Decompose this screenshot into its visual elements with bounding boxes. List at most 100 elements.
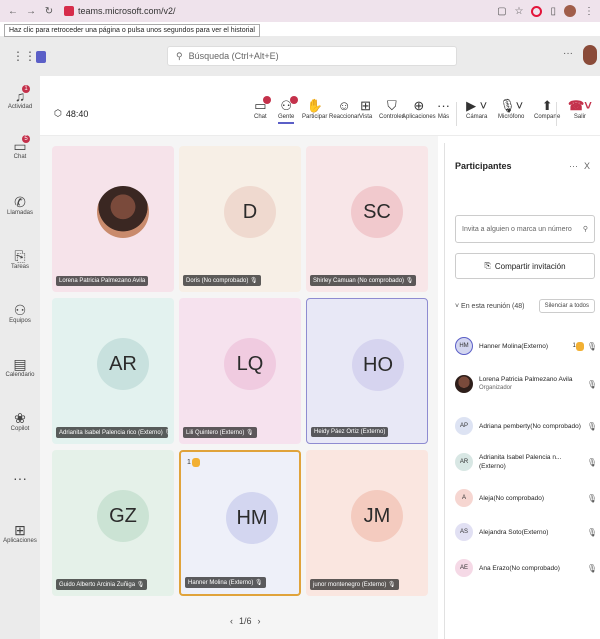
leave-button[interactable]: ☎˅ Salir (568, 98, 592, 120)
forward-arrow-icon[interactable]: → (24, 6, 38, 17)
mic-muted-icon: 🎙 (250, 278, 258, 284)
participant-name: Alejandra Soto(Externo) (479, 528, 549, 536)
panel-title: Participantes (455, 161, 512, 171)
previous-page-button[interactable]: ‹ (230, 616, 233, 626)
mic-muted-icon: 🎙 (388, 582, 396, 588)
mic-muted-icon: 🎙 (586, 421, 597, 431)
mic-muted-icon: 🎙 (586, 527, 597, 537)
view-button[interactable]: ⊞ Vista (359, 98, 372, 120)
tile-name: junor montenegro (Externo) 🎙 (310, 579, 399, 590)
tile-name: Heidy Páez Ortiz (Externo) (311, 427, 389, 437)
microphone-button[interactable]: 🎙˅ Micrófono (498, 98, 524, 120)
rail-label: Tareas (10, 264, 29, 270)
shield-icon: ⬡ (54, 108, 62, 118)
rail-item-calendario[interactable]: ▤ Calendario (0, 356, 40, 378)
rail-item-aplicaciones[interactable]: ⊞ Aplicaciones (0, 522, 40, 544)
participant-name: Adriana pemberty(No comprobado) (479, 422, 581, 430)
calendar-icon: ▤ (13, 356, 27, 372)
participant-item[interactable]: A Aleja(No comprobado) 🎙 (455, 483, 597, 513)
video-tile[interactable]: LQ Lili Quintero (Externo) 🎙 (179, 298, 301, 444)
apps-icon: ⊞ (14, 522, 26, 538)
opera-icon[interactable] (531, 5, 543, 17)
sidebar-icon[interactable]: ▯ (550, 6, 556, 17)
tile-name: Doris (No comprobado) 🎙 (183, 275, 261, 286)
participant-avatar: AE (455, 559, 473, 577)
mic-muted-icon: 🎙 (586, 457, 597, 467)
rail-item-actividad[interactable]: ♫ 1 Actividad (0, 85, 40, 110)
participant-item[interactable]: AS Alejandra Soto(Externo) 🎙 (455, 517, 597, 547)
user-avatar[interactable] (583, 45, 597, 65)
react-button[interactable]: ☺ Reaccionar (329, 98, 359, 120)
participant-item[interactable]: AE Ana Erazo(No comprobado) 🎙 (455, 553, 597, 583)
apps-button[interactable]: ⊕ Aplicaciones (402, 98, 436, 120)
video-tile[interactable]: D Doris (No comprobado) 🎙 (179, 146, 301, 292)
smile-icon: ☺ (337, 98, 351, 113)
video-tile[interactable]: JM junor montenegro (Externo) 🎙 (306, 450, 428, 596)
rail-item-tareas[interactable]: ⎘ Tareas (0, 248, 40, 270)
video-tile[interactable]: HO Heidy Páez Ortiz (Externo) (306, 298, 428, 444)
participant-item[interactable]: AR Adrianita Isabel Palencia n... (Exter… (455, 447, 597, 477)
rail-item-copilot[interactable]: ❀ Copilot (0, 410, 40, 432)
participant-photo (455, 375, 473, 393)
mute-all-button[interactable]: Silenciar a todos (538, 299, 595, 313)
browser-menu-icon[interactable]: ⋮ (584, 6, 594, 17)
video-tile[interactable]: GZ Guido Alberto Arcinia Zuñiga 🎙 (52, 450, 174, 596)
more-button[interactable]: ··· Más (437, 98, 450, 120)
tile-avatar: GZ (97, 490, 149, 542)
timer-text: 48:40 (65, 108, 89, 119)
participant-avatar: AP (455, 417, 473, 435)
camera-button[interactable]: ▶ ˅ Cámara (466, 98, 487, 120)
video-tile[interactable]: SC Shirley Camuan (No comprobado) 🎙 (306, 146, 428, 292)
toolbar-divider (556, 102, 557, 126)
more-icon[interactable]: ··· (563, 48, 573, 59)
activity-badge: 1 (22, 85, 30, 93)
tile-avatar: HO (352, 339, 404, 391)
tile-name: Lorena Patricia Palmezano Avila (56, 276, 149, 286)
rail-item-equipos[interactable]: ⚇ Equipos (0, 302, 40, 324)
people-button[interactable]: ⚇ Gente (278, 96, 299, 124)
tile-avatar: AR (97, 338, 149, 390)
panel-more-icon[interactable]: ··· (569, 161, 578, 171)
mic-muted-icon: 🎙 (405, 278, 414, 284)
extensions-icon[interactable]: ▢ (497, 6, 506, 17)
next-page-button[interactable]: › (258, 616, 261, 626)
in-meeting-section: ˅ En esta reunión (48) Silenciar a todos (455, 299, 595, 313)
share-invitation-label: Compartir invitación (494, 261, 566, 271)
hand-icon: ✋ (306, 98, 323, 113)
reload-icon[interactable]: ↻ (42, 6, 56, 17)
search-input[interactable]: ⚲ Búsqueda (Ctrl+Alt+E) (167, 46, 457, 66)
chat-button[interactable]: ▭ Chat (254, 96, 271, 120)
participant-photo (97, 186, 149, 238)
rail-item-chat[interactable]: ▭ 5 Chat (0, 135, 40, 160)
participant-avatar: AS (455, 523, 473, 541)
participant-name: Adrianita Isabel Palencia n... (Externo) (479, 454, 562, 470)
controls-button[interactable]: ⛉ Controles (379, 98, 405, 120)
participant-info: Lorena Patricia Palmezano Avila Organiza… (479, 375, 584, 393)
video-tile[interactable]: AR Adrianita Isabel Palencia rico (Exter… (52, 298, 174, 444)
back-tooltip: Haz clic para retroceder una página o pu… (4, 24, 260, 37)
teams-header: ⋮⋮⋮ ⚲ Búsqueda (Ctrl+Alt+E) ··· (0, 36, 600, 76)
rail-label: Aplicaciones (3, 538, 37, 544)
video-tile[interactable]: Lorena Patricia Palmezano Avila (52, 146, 174, 292)
back-arrow-icon[interactable]: ← (6, 6, 20, 17)
camera-off-icon: ▶ ˅ (466, 98, 488, 113)
phone-icon: ✆ (14, 194, 26, 210)
mic-icon: 🎙˅ (499, 98, 524, 113)
bookmark-star-icon[interactable]: ☆ (515, 6, 524, 17)
tile-avatar: JM (351, 490, 403, 542)
participant-item[interactable]: HM Hanner Molina(Externo) 1 🎙 (455, 331, 597, 361)
address-bar[interactable]: teams.microsoft.com/v2/ (64, 3, 484, 19)
reaction-count: 1 (187, 459, 191, 466)
rail-item-llamadas[interactable]: ✆ Llamadas (0, 194, 40, 216)
section-toggle[interactable]: ˅ En esta reunión (48) (455, 303, 524, 310)
close-icon[interactable]: X (584, 161, 590, 171)
video-tile[interactable]: 1 HM Hanner Molina (Externo) 🎙 (179, 450, 301, 596)
participant-item[interactable]: Lorena Patricia Palmezano Avila Organiza… (455, 369, 597, 399)
profile-avatar[interactable] (564, 5, 576, 17)
invite-input[interactable]: Invita a alguien o marca un número ⚲ (455, 215, 595, 243)
rail-item-more[interactable]: ··· (0, 470, 40, 486)
share-invitation-button[interactable]: ⎘ Compartir invitación (455, 253, 595, 279)
tile-avatar: D (224, 186, 276, 238)
participant-item[interactable]: AP Adriana pemberty(No comprobado) 🎙 (455, 411, 597, 441)
raise-hand-button[interactable]: ✋ Participar (302, 98, 327, 120)
